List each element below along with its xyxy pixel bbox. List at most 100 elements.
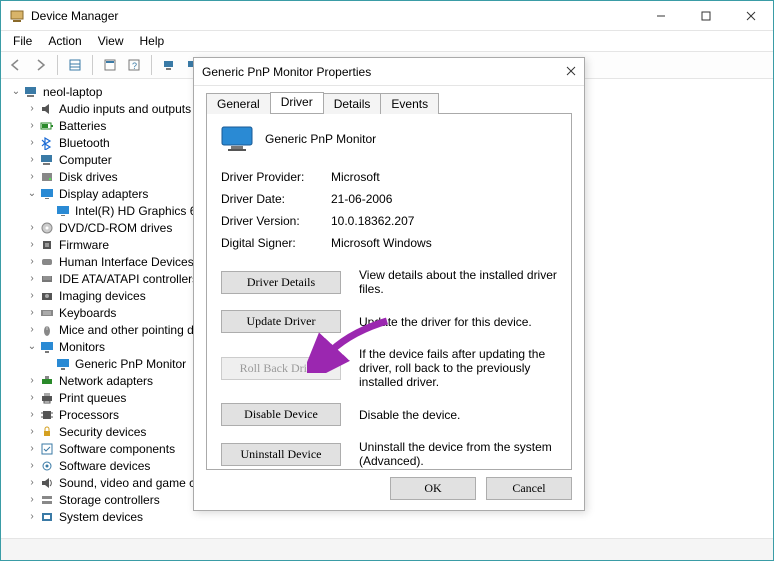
battery-icon [39, 118, 55, 134]
bluetooth-icon [39, 135, 55, 151]
audio-icon [39, 101, 55, 117]
expand-icon[interactable]: › [25, 137, 39, 148]
devmgr-icon [9, 8, 25, 24]
driver-details-button[interactable]: Driver Details [221, 271, 341, 294]
uninstall-device-button[interactable]: Uninstall Device [221, 443, 341, 466]
tab-driver[interactable]: Driver [270, 92, 324, 113]
expand-icon[interactable]: › [25, 154, 39, 165]
dialog-title: Generic PnP Monitor Properties [202, 65, 566, 79]
display-icon [55, 203, 71, 219]
chevron-down-icon[interactable]: ⌄ [9, 86, 23, 97]
tree-node-label: DVD/CD-ROM drives [59, 221, 172, 235]
expand-icon[interactable]: › [25, 477, 39, 488]
tree-node-label: Generic PnP Monitor [75, 357, 186, 371]
tab-strip: General Driver Details Events [206, 92, 572, 114]
menu-file[interactable]: File [5, 32, 40, 50]
action-description: View details about the installed driver … [359, 268, 557, 296]
tab-page-driver: Generic PnP Monitor Driver Provider:Micr… [206, 114, 572, 470]
menu-action[interactable]: Action [40, 32, 89, 50]
expand-icon[interactable]: › [25, 409, 39, 420]
expand-icon[interactable]: › [25, 392, 39, 403]
printer-icon [39, 390, 55, 406]
expand-icon[interactable]: › [25, 256, 39, 267]
cancel-button[interactable]: Cancel [486, 477, 572, 500]
disable-device-button[interactable]: Disable Device [221, 403, 341, 426]
tree-node-label: Intel(R) HD Graphics 620 [75, 204, 210, 218]
expand-icon[interactable]: › [25, 290, 39, 301]
tree-node-label: Software components [59, 442, 175, 456]
tree-node-label: Disk drives [59, 170, 118, 184]
tree-node-label: Audio inputs and outputs [59, 102, 191, 116]
expand-icon[interactable]: › [25, 239, 39, 250]
expand-icon[interactable]: › [25, 324, 39, 335]
expand-icon[interactable]: › [25, 443, 39, 454]
info-value: Microsoft Windows [331, 236, 432, 250]
help-button[interactable]: ? [123, 54, 145, 76]
tree-node-label: Bluetooth [59, 136, 110, 150]
scan-button[interactable] [158, 54, 180, 76]
expand-icon[interactable]: › [25, 375, 39, 386]
close-button[interactable] [728, 1, 773, 31]
tree-node-label: Monitors [59, 340, 105, 354]
dvd-icon [39, 220, 55, 236]
display-icon [39, 186, 55, 202]
titlebar: Device Manager [1, 1, 773, 31]
system-icon [39, 509, 55, 525]
tree-node-label: System devices [59, 510, 143, 524]
tree-node-label: Firmware [59, 238, 109, 252]
tab-events[interactable]: Events [380, 93, 439, 114]
computer-icon [23, 84, 39, 100]
firmware-icon [39, 237, 55, 253]
window-title: Device Manager [31, 9, 638, 23]
expand-icon[interactable]: › [25, 103, 39, 114]
show-hide-tree-button[interactable] [64, 54, 86, 76]
minimize-button[interactable] [638, 1, 683, 31]
tree-node-label: Keyboards [59, 306, 116, 320]
dialog-close-button[interactable] [566, 65, 576, 79]
update-driver-button[interactable]: Update Driver [221, 310, 341, 333]
ok-button[interactable]: OK [390, 477, 476, 500]
expand-icon[interactable]: › [25, 426, 39, 437]
tab-general[interactable]: General [206, 93, 271, 114]
maximize-button[interactable] [683, 1, 728, 31]
device-manager-window: Device Manager File Action View Help ? ⌄… [0, 0, 774, 561]
properties-button[interactable] [99, 54, 121, 76]
tree-node-label: Computer [59, 153, 112, 167]
expand-icon[interactable]: › [25, 120, 39, 131]
tree-node-label: Software devices [59, 459, 150, 473]
expand-icon[interactable]: › [25, 307, 39, 318]
tab-details[interactable]: Details [323, 93, 382, 114]
expand-icon[interactable]: › [25, 511, 39, 522]
expand-icon[interactable]: › [25, 222, 39, 233]
dialog-titlebar: Generic PnP Monitor Properties [194, 58, 584, 86]
expand-icon[interactable]: › [25, 273, 39, 284]
info-key: Driver Date: [221, 192, 331, 206]
expand-icon[interactable]: › [25, 494, 39, 505]
expand-icon[interactable]: › [25, 460, 39, 471]
tree-node-label: Security devices [59, 425, 146, 439]
roll-back-driver-button[interactable]: Roll Back Driver [221, 357, 341, 380]
expand-icon[interactable]: › [25, 171, 39, 182]
sound-icon [39, 475, 55, 491]
info-key: Driver Version: [221, 214, 331, 228]
computer-icon [39, 152, 55, 168]
svg-text:?: ? [132, 61, 137, 71]
action-description: Update the driver for this device. [359, 315, 557, 329]
menu-help[interactable]: Help [132, 32, 173, 50]
expand-icon[interactable]: ⌄ [25, 341, 39, 352]
menu-view[interactable]: View [90, 32, 132, 50]
storage-icon [39, 492, 55, 508]
info-key: Driver Provider: [221, 170, 331, 184]
tree-node-label: Print queues [59, 391, 126, 405]
tree-node-label: Human Interface Devices [59, 255, 194, 269]
info-value: Microsoft [331, 170, 380, 184]
properties-dialog: Generic PnP Monitor Properties General D… [193, 57, 585, 511]
tree-node-label: Storage controllers [59, 493, 160, 507]
swdev-icon [39, 458, 55, 474]
forward-button[interactable] [29, 54, 51, 76]
back-button[interactable] [5, 54, 27, 76]
ide-icon [39, 271, 55, 287]
info-value: 10.0.18362.207 [331, 214, 414, 228]
expand-icon[interactable]: ⌄ [25, 188, 39, 199]
security-icon [39, 424, 55, 440]
